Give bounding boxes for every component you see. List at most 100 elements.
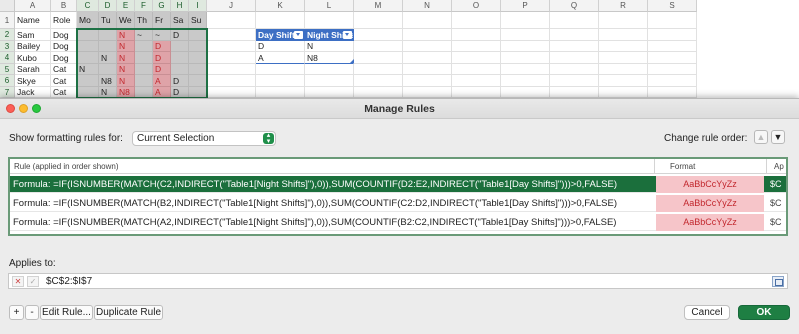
cell-h5[interactable]: [171, 64, 189, 75]
cell-e4[interactable]: N: [117, 52, 135, 64]
cell-p5[interactable]: [501, 64, 550, 75]
cell-d5[interactable]: [99, 64, 117, 75]
column-header-e[interactable]: E: [117, 0, 135, 12]
rule-row[interactable]: Formula: =IF(ISNUMBER(MATCH(C2,INDIRECT(…: [10, 176, 786, 193]
column-header-b[interactable]: B: [51, 0, 77, 12]
cell-k3[interactable]: D: [256, 41, 305, 52]
cell-h3[interactable]: [171, 41, 189, 52]
cell-m4[interactable]: [354, 52, 403, 64]
cell-l3[interactable]: N: [305, 41, 354, 52]
cell-f4[interactable]: [135, 52, 153, 64]
cell-d6[interactable]: N8: [99, 75, 117, 87]
cell-i5[interactable]: [189, 64, 207, 75]
cell-n4[interactable]: [403, 52, 452, 64]
cell-a6[interactable]: Skye: [15, 75, 51, 87]
cell-c6[interactable]: [77, 75, 99, 87]
cell-h7[interactable]: D: [171, 87, 189, 98]
cell-l1[interactable]: [305, 12, 354, 29]
move-rule-up-button[interactable]: ▲: [754, 130, 768, 144]
cell-j7[interactable]: [207, 87, 256, 98]
cell-f6[interactable]: [135, 75, 153, 87]
applies-to-value[interactable]: $C$2:$I$7: [46, 276, 92, 287]
cancel-edit-icon[interactable]: ✕: [12, 276, 24, 287]
cell-e7[interactable]: N8: [117, 87, 135, 98]
add-rule-button[interactable]: +: [9, 305, 24, 320]
cell-m6[interactable]: [354, 75, 403, 87]
cell-j4[interactable]: [207, 52, 256, 64]
cell-p1[interactable]: [501, 12, 550, 29]
cell-i6[interactable]: [189, 75, 207, 87]
cell-a3[interactable]: Bailey: [15, 41, 51, 52]
cell-b4[interactable]: Dog: [51, 52, 77, 64]
cell-q4[interactable]: [550, 52, 599, 64]
cell-k4[interactable]: A: [256, 52, 305, 64]
cell-r2[interactable]: [599, 29, 648, 41]
column-header-c[interactable]: C: [77, 0, 99, 12]
cell-d4[interactable]: N: [99, 52, 117, 64]
cell-j5[interactable]: [207, 64, 256, 75]
row-header-3[interactable]: 3: [0, 41, 15, 52]
cell-l5[interactable]: [305, 64, 354, 75]
column-header-q[interactable]: Q: [550, 0, 599, 12]
cell-c3[interactable]: [77, 41, 99, 52]
cell-n5[interactable]: [403, 64, 452, 75]
cell-o4[interactable]: [452, 52, 501, 64]
cell-p7[interactable]: [501, 87, 550, 98]
cell-i4[interactable]: [189, 52, 207, 64]
cell-k7[interactable]: [256, 87, 305, 98]
cell-h4[interactable]: [171, 52, 189, 64]
confirm-edit-icon[interactable]: ✓: [27, 276, 39, 287]
rule-row[interactable]: Formula: =IF(ISNUMBER(MATCH(A2,INDIRECT(…: [10, 214, 786, 231]
cell-g3[interactable]: D: [153, 41, 171, 52]
cell-i2[interactable]: [189, 29, 207, 41]
cell-k2[interactable]: Day Shifts: [256, 29, 305, 41]
cell-k1[interactable]: [256, 12, 305, 29]
cell-f3[interactable]: [135, 41, 153, 52]
cell-k6[interactable]: [256, 75, 305, 87]
cell-l2[interactable]: Night Shifts: [305, 29, 354, 41]
row-header-6[interactable]: 6: [0, 75, 15, 87]
cell-l4[interactable]: N8: [305, 52, 354, 64]
cell-b7[interactable]: Cat: [51, 87, 77, 98]
rule-column-header[interactable]: Rule (applied in order shown): [14, 162, 119, 171]
cell-o2[interactable]: [452, 29, 501, 41]
cell-b1[interactable]: Role: [51, 12, 77, 29]
cell-b6[interactable]: Cat: [51, 75, 77, 87]
cell-n3[interactable]: [403, 41, 452, 52]
move-rule-down-button[interactable]: ▼: [771, 130, 785, 144]
cell-q5[interactable]: [550, 64, 599, 75]
cell-c4[interactable]: [77, 52, 99, 64]
cell-p2[interactable]: [501, 29, 550, 41]
cell-d3[interactable]: [99, 41, 117, 52]
cell-s1[interactable]: [648, 12, 697, 29]
cell-c7[interactable]: [77, 87, 99, 98]
remove-rule-button[interactable]: -: [25, 305, 39, 320]
cell-p6[interactable]: [501, 75, 550, 87]
cell-b2[interactable]: Dog: [51, 29, 77, 41]
cell-m3[interactable]: [354, 41, 403, 52]
column-header-n[interactable]: N: [403, 0, 452, 12]
cell-o6[interactable]: [452, 75, 501, 87]
cell-c1[interactable]: Mo: [77, 12, 99, 29]
cell-f5[interactable]: [135, 64, 153, 75]
cell-s4[interactable]: [648, 52, 697, 64]
cell-o1[interactable]: [452, 12, 501, 29]
applies-to-field[interactable]: ✕ ✓ $C$2:$I$7: [8, 273, 788, 289]
cell-o7[interactable]: [452, 87, 501, 98]
cell-d2[interactable]: [99, 29, 117, 41]
cell-l7[interactable]: [305, 87, 354, 98]
row-header-7[interactable]: 7: [0, 87, 15, 98]
column-header-d[interactable]: D: [99, 0, 117, 12]
column-header-i[interactable]: I: [189, 0, 207, 12]
cell-q2[interactable]: [550, 29, 599, 41]
cell-n6[interactable]: [403, 75, 452, 87]
cell-q1[interactable]: [550, 12, 599, 29]
cell-j3[interactable]: [207, 41, 256, 52]
filter-dropdown-icon[interactable]: [294, 31, 303, 39]
cell-g7[interactable]: A: [153, 87, 171, 98]
cell-e1[interactable]: We: [117, 12, 135, 29]
cell-d7[interactable]: N: [99, 87, 117, 98]
row-header-5[interactable]: 5: [0, 64, 15, 75]
cell-s2[interactable]: [648, 29, 697, 41]
scope-select[interactable]: Current Selection ▴ ▾: [132, 131, 276, 146]
